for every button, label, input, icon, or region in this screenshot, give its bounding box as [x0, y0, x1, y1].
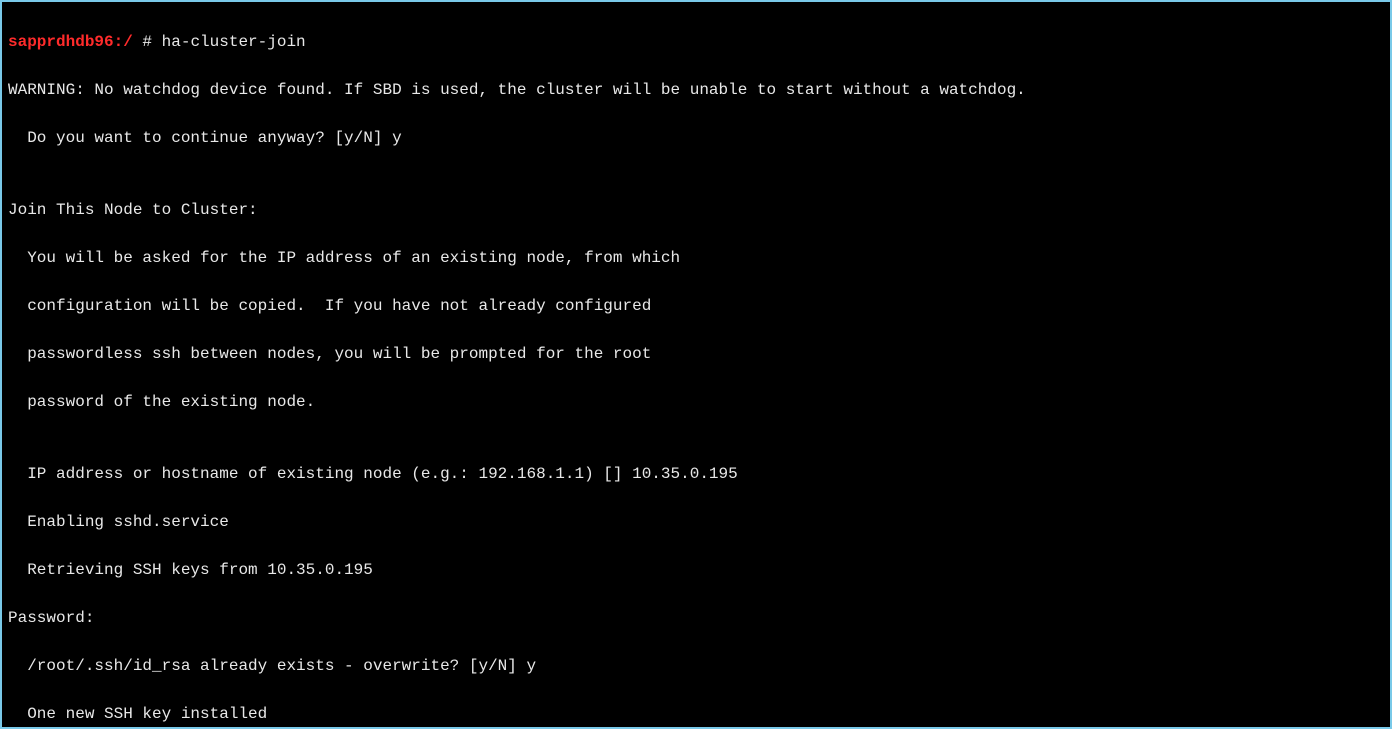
terminal-line: Do you want to continue anyway? [y/N] y: [8, 126, 1384, 150]
terminal-window[interactable]: sapprdhdb96:/ # ha-cluster-join WARNING:…: [2, 2, 1390, 727]
prompt-host: sapprdhdb96:/: [8, 33, 133, 51]
terminal-line: You will be asked for the IP address of …: [8, 246, 1384, 270]
terminal-line: One new SSH key installed: [8, 702, 1384, 726]
command-text: ha-cluster-join: [152, 33, 306, 51]
terminal-line: Password:: [8, 606, 1384, 630]
terminal-line: configuration will be copied. If you hav…: [8, 294, 1384, 318]
terminal-line: Enabling sshd.service: [8, 510, 1384, 534]
terminal-line: sapprdhdb96:/ # ha-cluster-join: [8, 30, 1384, 54]
terminal-line: WARNING: No watchdog device found. If SB…: [8, 78, 1384, 102]
terminal-line: passwordless ssh between nodes, you will…: [8, 342, 1384, 366]
terminal-line: IP address or hostname of existing node …: [8, 462, 1384, 486]
prompt-hash: #: [133, 33, 152, 51]
terminal-line: /root/.ssh/id_rsa already exists - overw…: [8, 654, 1384, 678]
terminal-line: password of the existing node.: [8, 390, 1384, 414]
terminal-line: Retrieving SSH keys from 10.35.0.195: [8, 558, 1384, 582]
terminal-line: Join This Node to Cluster:: [8, 198, 1384, 222]
